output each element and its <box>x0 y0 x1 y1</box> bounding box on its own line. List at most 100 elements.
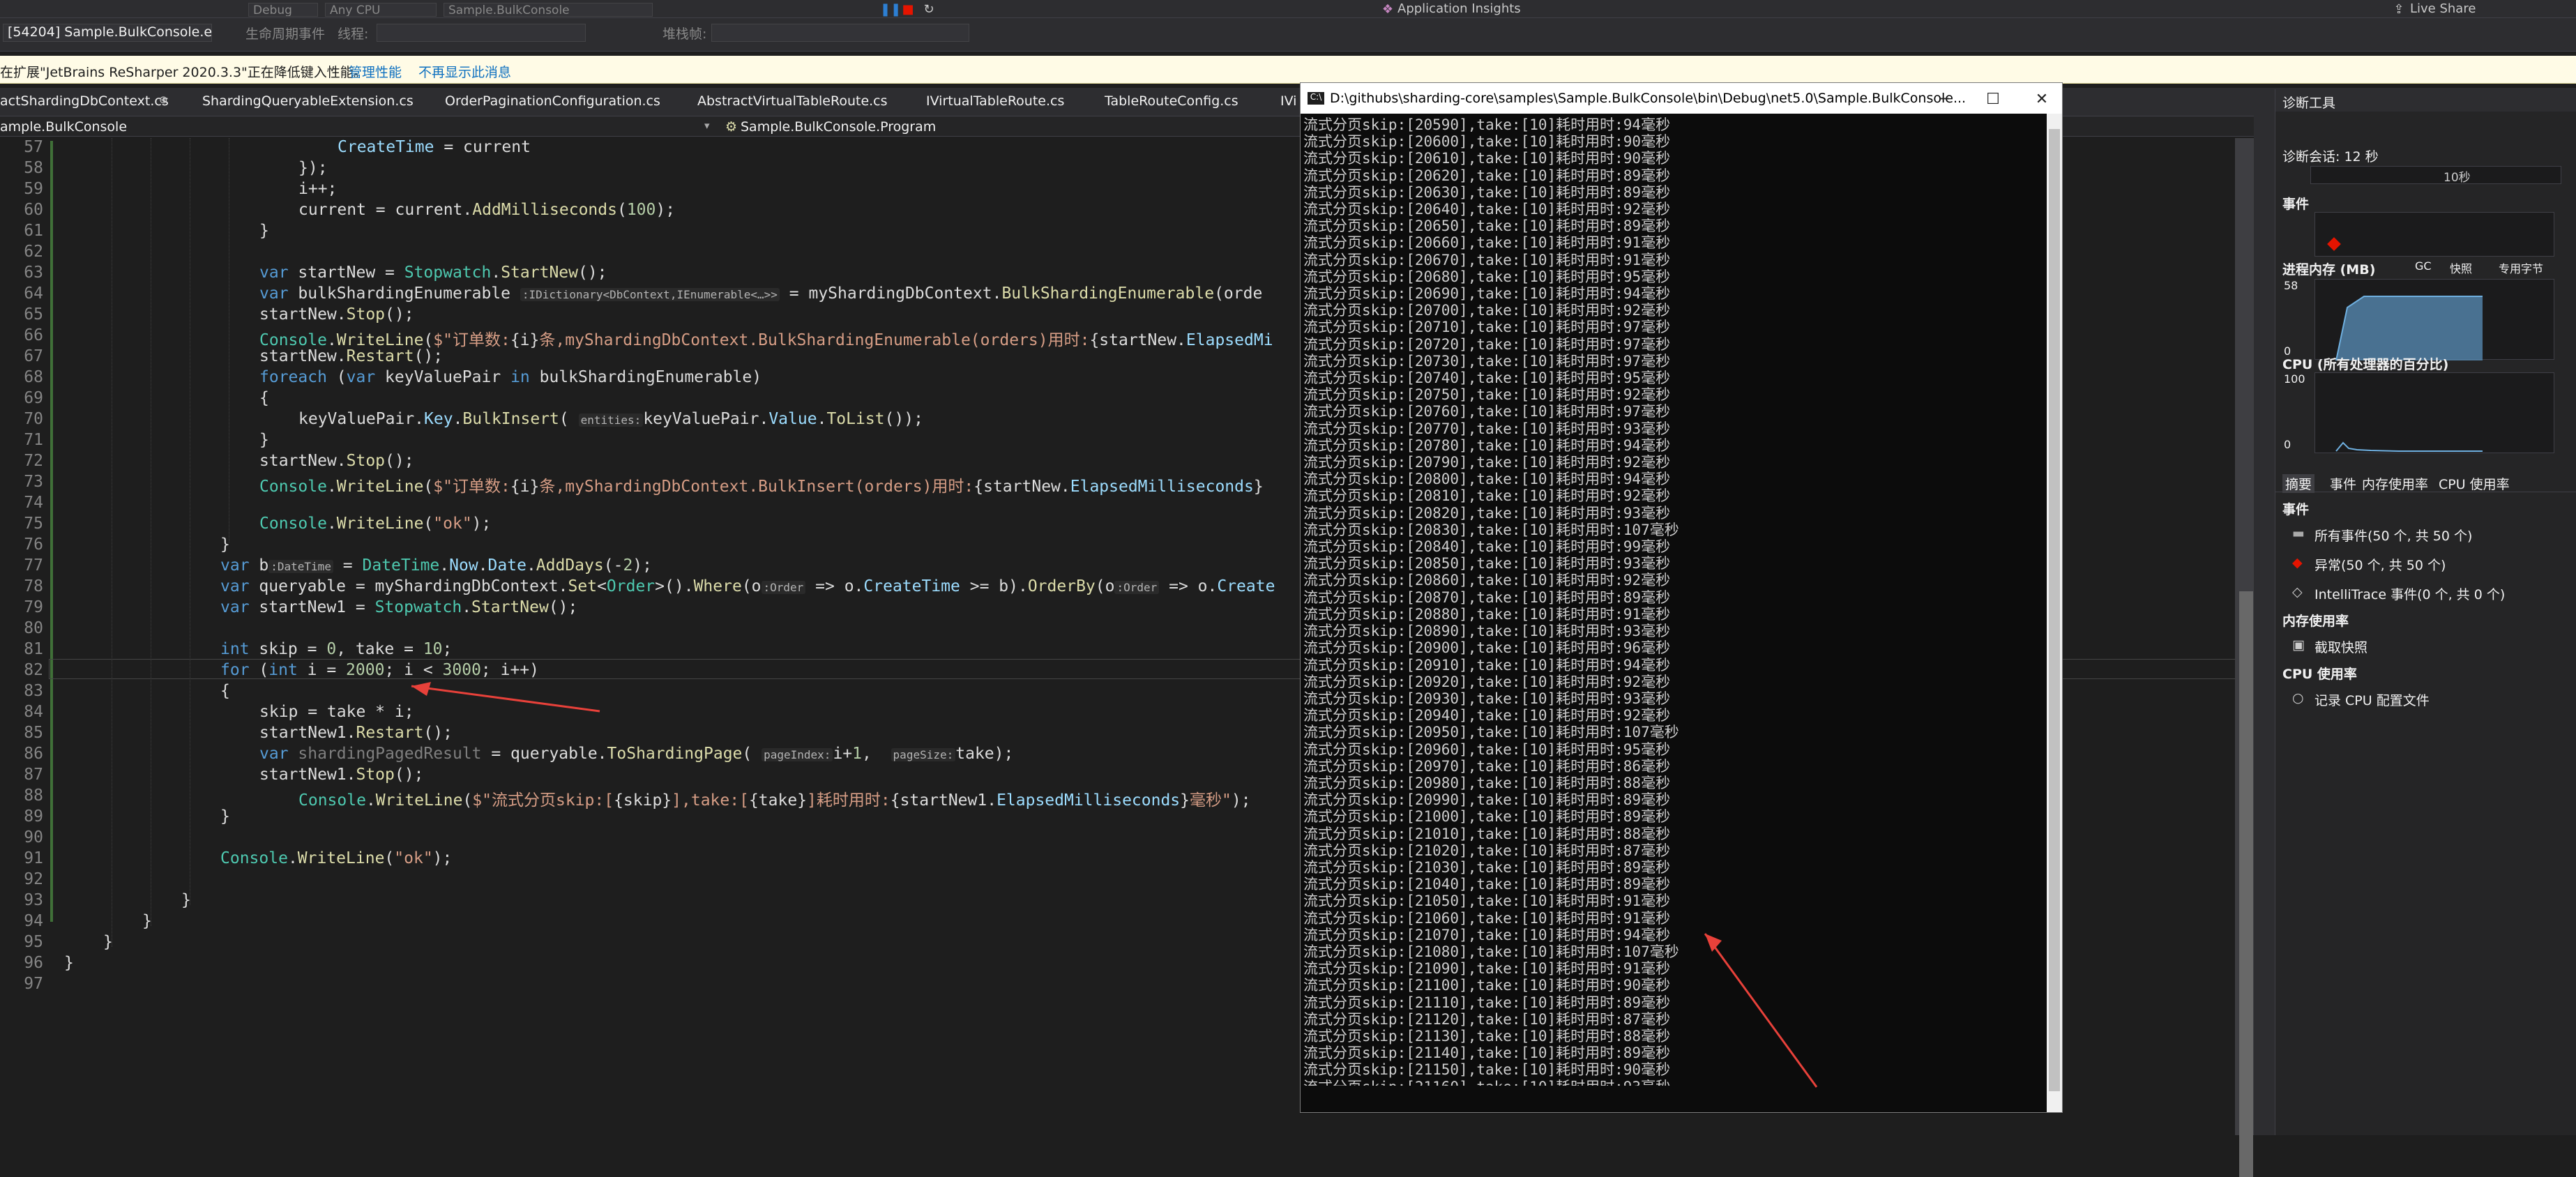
tab-dbcontext[interactable]: actShardingDbContext.cs <box>0 93 169 109</box>
app-insights-button[interactable]: Application Insights <box>1397 1 1521 16</box>
document-tabs: actShardingDbContext.cs ⊕ ShardingQuerya… <box>0 88 2576 116</box>
line-number: 79 <box>24 598 43 616</box>
console-line: 流式分页skip:[20960],take:[10]耗时用时:95毫秒 <box>1303 741 1671 758</box>
console-line: 流式分页skip:[20840],take:[10]耗时用时:99毫秒 <box>1303 538 1671 556</box>
code-line-59: i++; <box>298 180 338 198</box>
memory-graph[interactable] <box>2314 279 2554 361</box>
tab-abstract-route[interactable]: AbstractVirtualTableRoute.cs <box>697 93 888 109</box>
console-line: 流式分页skip:[20720],take:[10]耗时用时:97毫秒 <box>1303 335 1671 353</box>
restart-icon[interactable]: ↻ <box>922 2 936 17</box>
line-number: 64 <box>24 284 43 303</box>
console-line: 流式分页skip:[20600],take:[10]耗时用时:90毫秒 <box>1303 133 1671 151</box>
lifecycle-events-button[interactable]: 生命周期事件 <box>245 24 325 43</box>
dont-show-again-link[interactable]: 不再显示此消息 <box>418 62 511 81</box>
console-line: 流式分页skip:[21040],take:[10]耗时用时:89毫秒 <box>1303 876 1671 893</box>
process-dropdown[interactable]: [54204] Sample.BulkConsole.ex <box>3 24 212 42</box>
events-track[interactable] <box>2314 212 2554 257</box>
class-icon: ⚙ <box>725 119 738 135</box>
cpu-graph[interactable] <box>2314 372 2554 453</box>
private-bytes-legend: 专用字节 <box>2499 262 2544 275</box>
code-line-78: var queryable = myShardingDbContext.Set<… <box>220 577 1275 595</box>
line-number: 74 <box>24 494 43 512</box>
live-share-icon[interactable]: ⇪ <box>2392 2 2406 17</box>
pause-icon[interactable]: ❚❚ <box>880 2 901 17</box>
all-events-link[interactable]: 所有事件(50 个, 共 50 个) <box>2314 526 2472 545</box>
code-line-76: } <box>220 536 230 554</box>
tab-ivirtual-route[interactable]: IVirtualTableRoute.cs <box>926 93 1064 109</box>
console-line: 流式分页skip:[20890],take:[10]耗时用时:93毫秒 <box>1303 623 1671 640</box>
record-cpu-button[interactable]: 记录 CPU 配置文件 <box>2314 690 2430 709</box>
tab-order-pagination[interactable]: OrderPaginationConfiguration.cs <box>445 93 660 109</box>
tab-queryable-extension[interactable]: ShardingQueryableExtension.cs <box>202 93 414 109</box>
line-number: 91 <box>24 849 43 867</box>
stop-icon[interactable]: ■ <box>901 2 915 17</box>
diag-tabs: 摘要 事件 内存使用率 CPU 使用率 <box>2275 471 2576 493</box>
code-line-72: startNew.Stop(); <box>259 452 414 470</box>
tab-summary[interactable]: 摘要 <box>2282 474 2315 493</box>
console-line: 流式分页skip:[21150],take:[10]耗时用时:90毫秒 <box>1303 1061 1671 1079</box>
manage-performance-link[interactable]: 管理性能 <box>349 62 402 81</box>
code-line-81: int skip = 0, take = 10; <box>220 640 453 658</box>
code-line-67: startNew.Restart(); <box>259 347 444 365</box>
process-memory-header: 进程内存 (MB) <box>2282 262 2376 278</box>
project-nav-dropdown[interactable]: ample.BulkConsole <box>0 119 127 135</box>
console-line: 流式分页skip:[21010],take:[10]耗时用时:88毫秒 <box>1303 825 1671 842</box>
console-scrollbar[interactable] <box>2047 114 2062 1112</box>
events-icon: ▬ <box>2292 526 2305 541</box>
console-line: 流式分页skip:[20750],take:[10]耗时用时:92毫秒 <box>1303 386 1671 404</box>
infobar-message: 在扩展"JetBrains ReSharper 2020.3.3"正在降低键入性… <box>0 65 367 80</box>
console-line: 流式分页skip:[20780],take:[10]耗时用时:94毫秒 <box>1303 436 1671 454</box>
tab-route-config[interactable]: TableRouteConfig.cs <box>1105 93 1238 109</box>
cpu-min-label: 0 <box>2284 438 2291 451</box>
console-line: 流式分页skip:[20630],take:[10]耗时用时:89毫秒 <box>1303 183 1671 201</box>
exceptions-link[interactable]: 异常(50 个, 共 50 个) <box>2314 555 2446 574</box>
code-line-96: } <box>64 954 74 972</box>
code-line-66: Console.WriteLine($"订单数:{i}条,myShardingD… <box>259 331 1273 349</box>
code-line-88: Console.WriteLine($"流式分页skip:[{skip}],ta… <box>298 791 1251 810</box>
config-dropdown[interactable]: Debug <box>248 3 318 17</box>
thread-dropdown[interactable] <box>377 24 586 42</box>
tab-cpu-usage[interactable]: CPU 使用率 <box>2439 474 2510 493</box>
code-line-95: } <box>103 933 113 951</box>
take-snapshot-button[interactable]: 截取快照 <box>2314 637 2367 656</box>
platform-dropdown[interactable]: Any CPU <box>325 3 437 17</box>
tab-events[interactable]: 事件 <box>2330 474 2356 493</box>
line-number: 75 <box>24 515 43 533</box>
stackframe-label: 堆栈帧: <box>662 26 707 42</box>
exception-icon: ◆ <box>2292 555 2303 570</box>
line-number: 96 <box>24 954 43 972</box>
exception-marker[interactable] <box>2327 237 2341 251</box>
console-line: 流式分页skip:[20680],take:[10]耗时用时:95毫秒 <box>1303 268 1671 285</box>
type-nav-dropdown[interactable]: Sample.BulkConsole.Program <box>741 119 936 135</box>
startup-project-dropdown[interactable]: Sample.BulkConsole <box>444 3 653 17</box>
line-number: 95 <box>24 933 43 951</box>
console-line: 流式分页skip:[21130],take:[10]耗时用时:88毫秒 <box>1303 1027 1671 1045</box>
line-number: 94 <box>24 912 43 930</box>
console-line: 流式分页skip:[20830],take:[10]耗时用时:107毫秒 <box>1303 521 1679 538</box>
console-line: 流式分页skip:[21000],take:[10]耗时用时:89毫秒 <box>1303 808 1671 826</box>
tab-memory-usage[interactable]: 内存使用率 <box>2362 474 2428 493</box>
pin-icon[interactable]: ⊕ <box>159 93 168 106</box>
console-line: 流式分页skip:[20610],take:[10]耗时用时:90毫秒 <box>1303 150 1671 167</box>
console-window[interactable]: C:\ D:\githubs\sharding-core\samples\Sam… <box>1300 82 2063 1113</box>
tab-ivi[interactable]: IVi <box>1280 93 1296 109</box>
console-line: 流式分页skip:[20970],take:[10]耗时用时:86毫秒 <box>1303 757 1671 775</box>
stackframe-dropdown[interactable] <box>711 24 969 42</box>
gc-legend: GC <box>2415 259 2432 273</box>
live-share-button[interactable]: Live Share <box>2410 1 2476 16</box>
console-line: 流式分页skip:[21140],take:[10]耗时用时:89毫秒 <box>1303 1045 1671 1062</box>
code-line-68: foreach (var keyValuePair in bulkShardin… <box>259 368 762 386</box>
minimize-icon[interactable]: ─ <box>1934 91 1955 112</box>
close-icon[interactable]: ✕ <box>2031 91 2052 112</box>
console-titlebar[interactable]: C:\ D:\githubs\sharding-core\samples\Sam… <box>1301 83 2062 114</box>
events-section-header: 事件 <box>2282 197 2310 212</box>
maximize-icon[interactable]: ☐ <box>1983 91 2003 112</box>
timeline-ruler[interactable]: 10秒 <box>2310 166 2561 185</box>
app-insights-icon[interactable]: ❖ <box>1381 2 1395 17</box>
diagnostic-tools-panel: 诊断工具 诊断会话: 12 秒 10秒 事件 进程内存 (MB) GC 快照 专… <box>2275 89 2576 1135</box>
intellitrace-link[interactable]: IntelliTrace 事件(0 个, 共 0 个) <box>2314 584 2505 603</box>
console-line: 流式分页skip:[20820],take:[10]耗时用时:93毫秒 <box>1303 504 1671 522</box>
line-number: 71 <box>24 431 43 449</box>
console-line: 流式分页skip:[20810],take:[10]耗时用时:92毫秒 <box>1303 487 1671 505</box>
line-number: 83 <box>24 682 43 700</box>
